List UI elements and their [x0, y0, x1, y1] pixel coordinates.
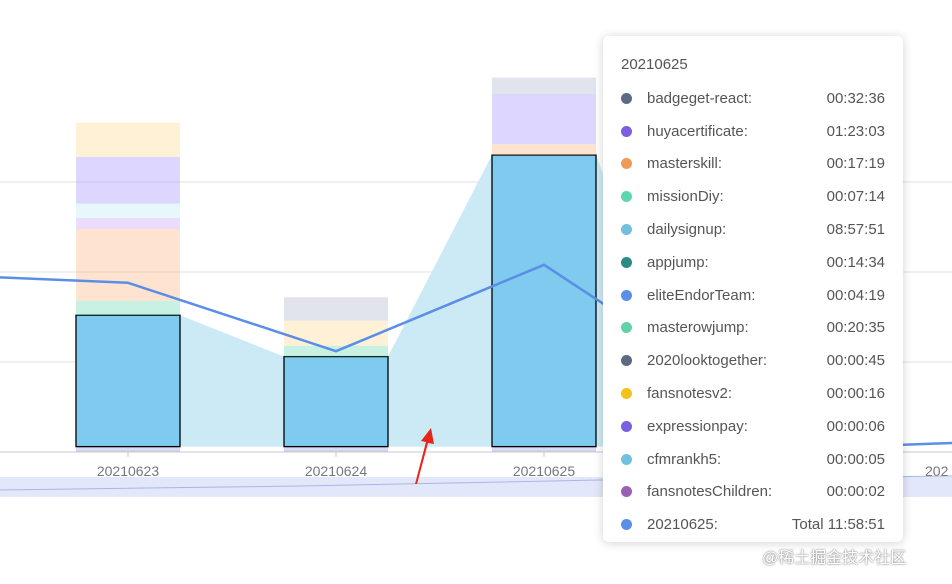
- tooltip-row: huyacertificate: 01:23:03: [621, 115, 885, 148]
- tooltip-series-name: badgeget-react:: [647, 89, 753, 107]
- tooltip-series-value: 00:00:06: [826, 417, 885, 435]
- series-dot-icon: [621, 388, 632, 400]
- tooltip-row: fansnotesChildren: 00:00:02: [621, 476, 885, 509]
- tooltip-row: 2020looktogether: 00:00:45: [621, 344, 885, 377]
- tooltip-series-value: 00:00:16: [826, 385, 885, 403]
- series-dot-icon: [621, 486, 632, 498]
- tooltip-series-value: 00:17:19: [826, 155, 885, 173]
- x-tick-label: 20210625: [513, 463, 576, 479]
- series-dot-icon: [621, 92, 632, 104]
- highlight-area-band: [180, 315, 284, 447]
- tooltip-series-name: fansnotesChildren:: [647, 483, 773, 501]
- series-dot-icon: [621, 453, 632, 465]
- tooltip-title: 20210625: [621, 56, 688, 73]
- tooltip-series-name: 20210625:: [647, 516, 718, 534]
- tooltip-series-value: 08:57:51: [826, 221, 885, 239]
- bar-segment-cfmrankh5[interactable]: [492, 448, 596, 451]
- series-dot-icon: [621, 256, 632, 268]
- bar-segment-2020looktogether[interactable]: [492, 77, 596, 94]
- tooltip-series-value: 00:07:14: [826, 188, 885, 206]
- tooltip-series-name: expressionpay:: [647, 417, 748, 435]
- series-dot-icon: [621, 355, 632, 367]
- series-dot-icon: [621, 191, 632, 203]
- series-dot-icon: [621, 158, 632, 170]
- bar-segment-dailysignup[interactable]: [283, 355, 389, 448]
- x-tick-label: 20210623: [97, 463, 160, 479]
- x-tick-label: 20210624: [305, 463, 368, 479]
- tooltip-series-name: masterskill:: [647, 155, 723, 173]
- tooltip-series-value: 00:00:05: [826, 450, 885, 468]
- tooltip-series-name: huyacertificate:: [647, 122, 748, 140]
- tooltip-series-name: masterowjump:: [647, 319, 749, 337]
- bar-segment-dailysignup[interactable]: [75, 314, 181, 448]
- tooltip-series-value: 00:20:35: [826, 319, 885, 337]
- tooltip-series-value: 00:00:45: [826, 352, 885, 370]
- tooltip-series-value: 00:14:34: [826, 253, 885, 271]
- bar-segment-appjump[interactable]: [76, 218, 180, 229]
- tooltip-series-name: dailysignup:: [647, 221, 727, 239]
- series-dot-icon: [621, 224, 632, 236]
- bar-segment-eliteEndorTeam[interactable]: [76, 203, 180, 218]
- bar-segment-2020looktogether[interactable]: [284, 297, 388, 321]
- tooltip-row: expressionpay: 00:00:06: [621, 410, 885, 443]
- bar-segment-huyacertificate[interactable]: [492, 93, 596, 145]
- series-dot-icon: [621, 420, 632, 432]
- tooltip-row: appjump: 00:14:34: [621, 246, 885, 279]
- tooltip-series-name: appjump:: [647, 253, 709, 271]
- bar-segment-masterskill[interactable]: [492, 144, 596, 155]
- series-dot-icon: [621, 125, 632, 137]
- tooltip-row: cfmrankh5: 00:00:05: [621, 443, 885, 476]
- tooltip-series-name: missionDiy:: [647, 188, 724, 206]
- bar-segment-huyacertificate[interactable]: [76, 156, 180, 204]
- bar-segment-badgeget-react[interactable]: [284, 320, 388, 346]
- series-dot-icon: [621, 519, 632, 531]
- tooltip-series-name: 2020looktogether:: [647, 352, 768, 370]
- bar-segment-cfmrankh5[interactable]: [284, 448, 388, 451]
- highlight-area-band: [388, 155, 492, 447]
- tooltip-series-value: 00:32:36: [826, 89, 885, 107]
- tooltip-row: masterskill: 00:17:19: [621, 148, 885, 181]
- stacked-bars[interactable]: [75, 77, 597, 452]
- tooltip-series-value: 00:04:19: [826, 286, 885, 304]
- bar-segment-dailysignup[interactable]: [491, 154, 597, 448]
- tooltip-row: eliteEndorTeam: 00:04:19: [621, 279, 885, 312]
- series-dot-icon: [621, 289, 632, 301]
- x-tick-label: 202: [925, 463, 949, 479]
- tooltip-series-value: 00:00:02: [826, 483, 885, 501]
- tooltip-series-name: fansnotesv2:: [647, 385, 733, 403]
- tooltip-series-name: cfmrankh5:: [647, 450, 722, 468]
- tooltip-row: dailysignup: 08:57:51: [621, 213, 885, 246]
- tooltip-row: masterowjump: 00:20:35: [621, 312, 885, 345]
- tooltip-series-name: eliteEndorTeam:: [647, 286, 756, 304]
- tooltip-row: missionDiy: 00:07:14: [621, 180, 885, 213]
- bar-segment-cfmrankh5[interactable]: [76, 448, 180, 451]
- tooltip-series-value: 01:23:03: [826, 122, 885, 140]
- tooltip: 20210625 badgeget-react: 00:32:36 huyacert…: [603, 36, 903, 542]
- series-dot-icon: [621, 322, 632, 334]
- tooltip-series-value: Total 11:58:51: [791, 516, 885, 534]
- bar-segment-missionDiy[interactable]: [76, 300, 180, 316]
- tooltip-row: fansnotesv2: 00:00:16: [621, 377, 885, 410]
- tooltip-row: 20210625: Total 11:58:51: [621, 508, 885, 541]
- watermark: @稀土掘金技术社区: [762, 550, 907, 567]
- tooltip-row: badgeget-react: 00:32:36: [621, 82, 885, 115]
- tooltip-rows: badgeget-react: 00:32:36 huyacertificate: 0…: [621, 82, 885, 541]
- bar-segment-badgeget-react[interactable]: [76, 122, 180, 157]
- bar-segment-masterskill[interactable]: [76, 228, 180, 301]
